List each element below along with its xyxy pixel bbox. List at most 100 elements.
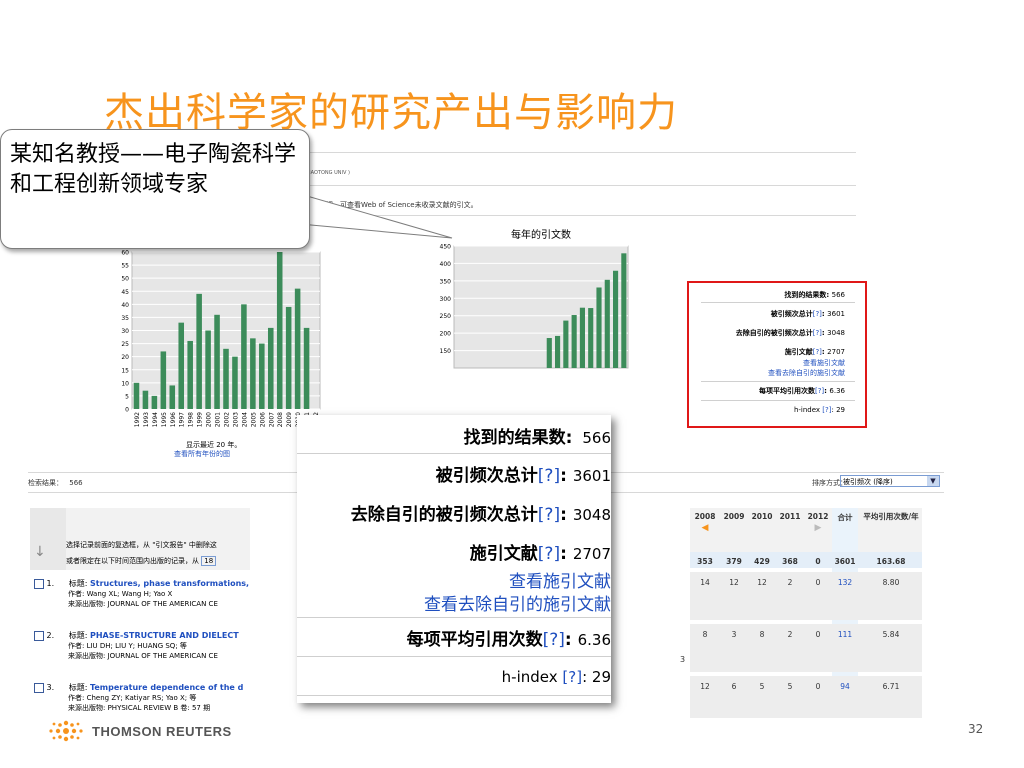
instruction-line-1: 选择记录前面的复选框，从 "引文报告" 中删除这 [66,541,217,549]
help-link[interactable]: [?] [813,348,822,356]
view-citing-no-self-link[interactable]: 查看去除自引的施引文献 [424,590,611,615]
table-cell-link[interactable]: 94 [832,682,858,691]
bar [571,315,577,368]
results-count: 566 [69,479,83,487]
found-value: 566 [831,291,845,299]
record-source: 来源出版物: JOURNAL OF THE AMERICAN CE [68,652,218,660]
total-cell: 0 [815,557,821,566]
help-link[interactable]: [?] [813,310,822,318]
bar [596,287,602,368]
record-checkbox[interactable] [34,682,44,693]
prev-arrow-icon[interactable]: ◀ [698,523,712,533]
avg-label: 每项平均引用次数 [406,630,543,650]
next-arrow-icon[interactable]: ▶ [811,523,825,533]
y-tick-label: 35 [121,315,129,322]
divider [701,400,855,401]
no-self-value: 3048 [827,329,845,337]
table-cell: 5 [759,682,765,691]
year-header: 2008 [694,512,716,521]
help-link[interactable]: [?] [813,329,822,337]
table-cell: 6.71 [882,682,900,691]
table-cell: 12 [757,578,767,587]
page-number: 32 [968,722,984,736]
results-summary: 检索结果： 566 [28,478,83,488]
record-title-link[interactable]: PHASE-STRUCTURE AND DIELECT [90,631,239,640]
published-items-chart: 0 5 10 15 20 25 30 35 40 45 50 55 60 1992 1993 1994 1995… [121,250,321,427]
y-tick-label: 20 [121,354,129,361]
divider [701,302,855,303]
help-link[interactable]: [?] [538,505,560,525]
y-tick-label: 200 [440,331,452,338]
plot-area [453,245,629,369]
instruction-line-2: 或者限定在以下时间范围内出版的记录，从 18 [66,556,217,566]
record-checkbox[interactable] [34,630,44,641]
found-row: 找到的结果数: 566 [784,290,845,300]
bar [187,340,193,409]
bar [555,335,561,368]
y-tick-label: 40 [121,302,129,309]
no-self-label: 去除自引的被引频次总计 [350,505,538,525]
table-cell: 8.80 [882,578,900,587]
help-link[interactable]: [?] [822,406,831,414]
citing-value: 2707 [572,545,611,563]
table-cell-link[interactable]: 132 [832,578,858,587]
y-tick-label: 50 [121,276,129,283]
x-tick-label: 2009 [286,412,293,427]
record-source: 来源出版物: PHYSICAL REVIEW B 卷: 57 期 [68,704,211,712]
y-tick-label: 250 [440,313,452,320]
y-tick-label: 0 [125,407,129,414]
bar [142,390,149,409]
x-tick-label: 2007 [268,412,275,427]
total-cell: 353 [697,557,713,566]
help-link[interactable]: [?] [543,630,565,650]
x-tick-label: 1998 [188,412,195,427]
found-row-zoom: 找到的结果数: 566 [464,423,611,448]
bar [588,308,594,368]
record-authors: 作者: Wang XL; Wang H; Yao X [68,590,173,598]
hindex-label: h-index [501,668,558,686]
x-tick-label: 1994 [152,412,159,427]
table-cell: 8 [759,630,765,639]
year-input[interactable]: 18 [201,556,217,566]
bar [604,279,610,368]
help-link[interactable]: [?] [538,466,560,486]
bar [160,351,167,409]
record-number: 3. [46,683,55,692]
total-cell: 429 [754,557,770,566]
help-link[interactable]: [?] [815,387,824,395]
bar [294,288,301,409]
callout-pointer [300,193,453,239]
citing-value: 2707 [827,348,845,356]
y-tick-label: 400 [440,261,452,268]
bar [613,270,619,368]
help-link[interactable]: [?] [562,668,582,686]
record-title-link[interactable]: Temperature dependence of the d [90,683,243,692]
bar [232,356,238,409]
divider [297,617,611,618]
bar [285,306,292,409]
table-cell-link[interactable]: 111 [832,630,858,639]
instruction-text: 或者限定在以下时间范围内出版的记录，从 [66,557,199,565]
x-tick-label: 1996 [170,412,177,427]
sort-select[interactable]: 被引频次 (降序) ▼ [840,475,940,487]
record-title-prefix: 标题: [68,631,88,640]
y-tick-label: 300 [440,296,452,303]
total-cited-value: 3601 [827,310,845,318]
table-cell: 12 [700,682,710,691]
view-citing-link[interactable]: 查看施引文献 [509,567,611,592]
view-citing-link[interactable]: 查看施引文献 [803,358,845,368]
bar [546,338,552,368]
found-label: 找到的结果数: [784,291,830,299]
help-link[interactable]: [?] [538,544,560,564]
bar [169,385,176,409]
table-cell: 0 [815,682,821,691]
view-all-years-link[interactable]: 查看所有年份的图 [174,449,230,459]
x-tick-label: 2003 [232,412,239,427]
record-title-link[interactable]: Structures, phase transformations, [90,579,249,588]
year-header: 2011 [779,512,801,521]
x-tick-label: 1992 [134,412,141,427]
view-citing-no-self-link[interactable]: 查看去除自引的施引文献 [768,368,845,378]
bar [579,307,585,368]
record-checkbox[interactable] [34,578,44,589]
bar [259,343,265,409]
